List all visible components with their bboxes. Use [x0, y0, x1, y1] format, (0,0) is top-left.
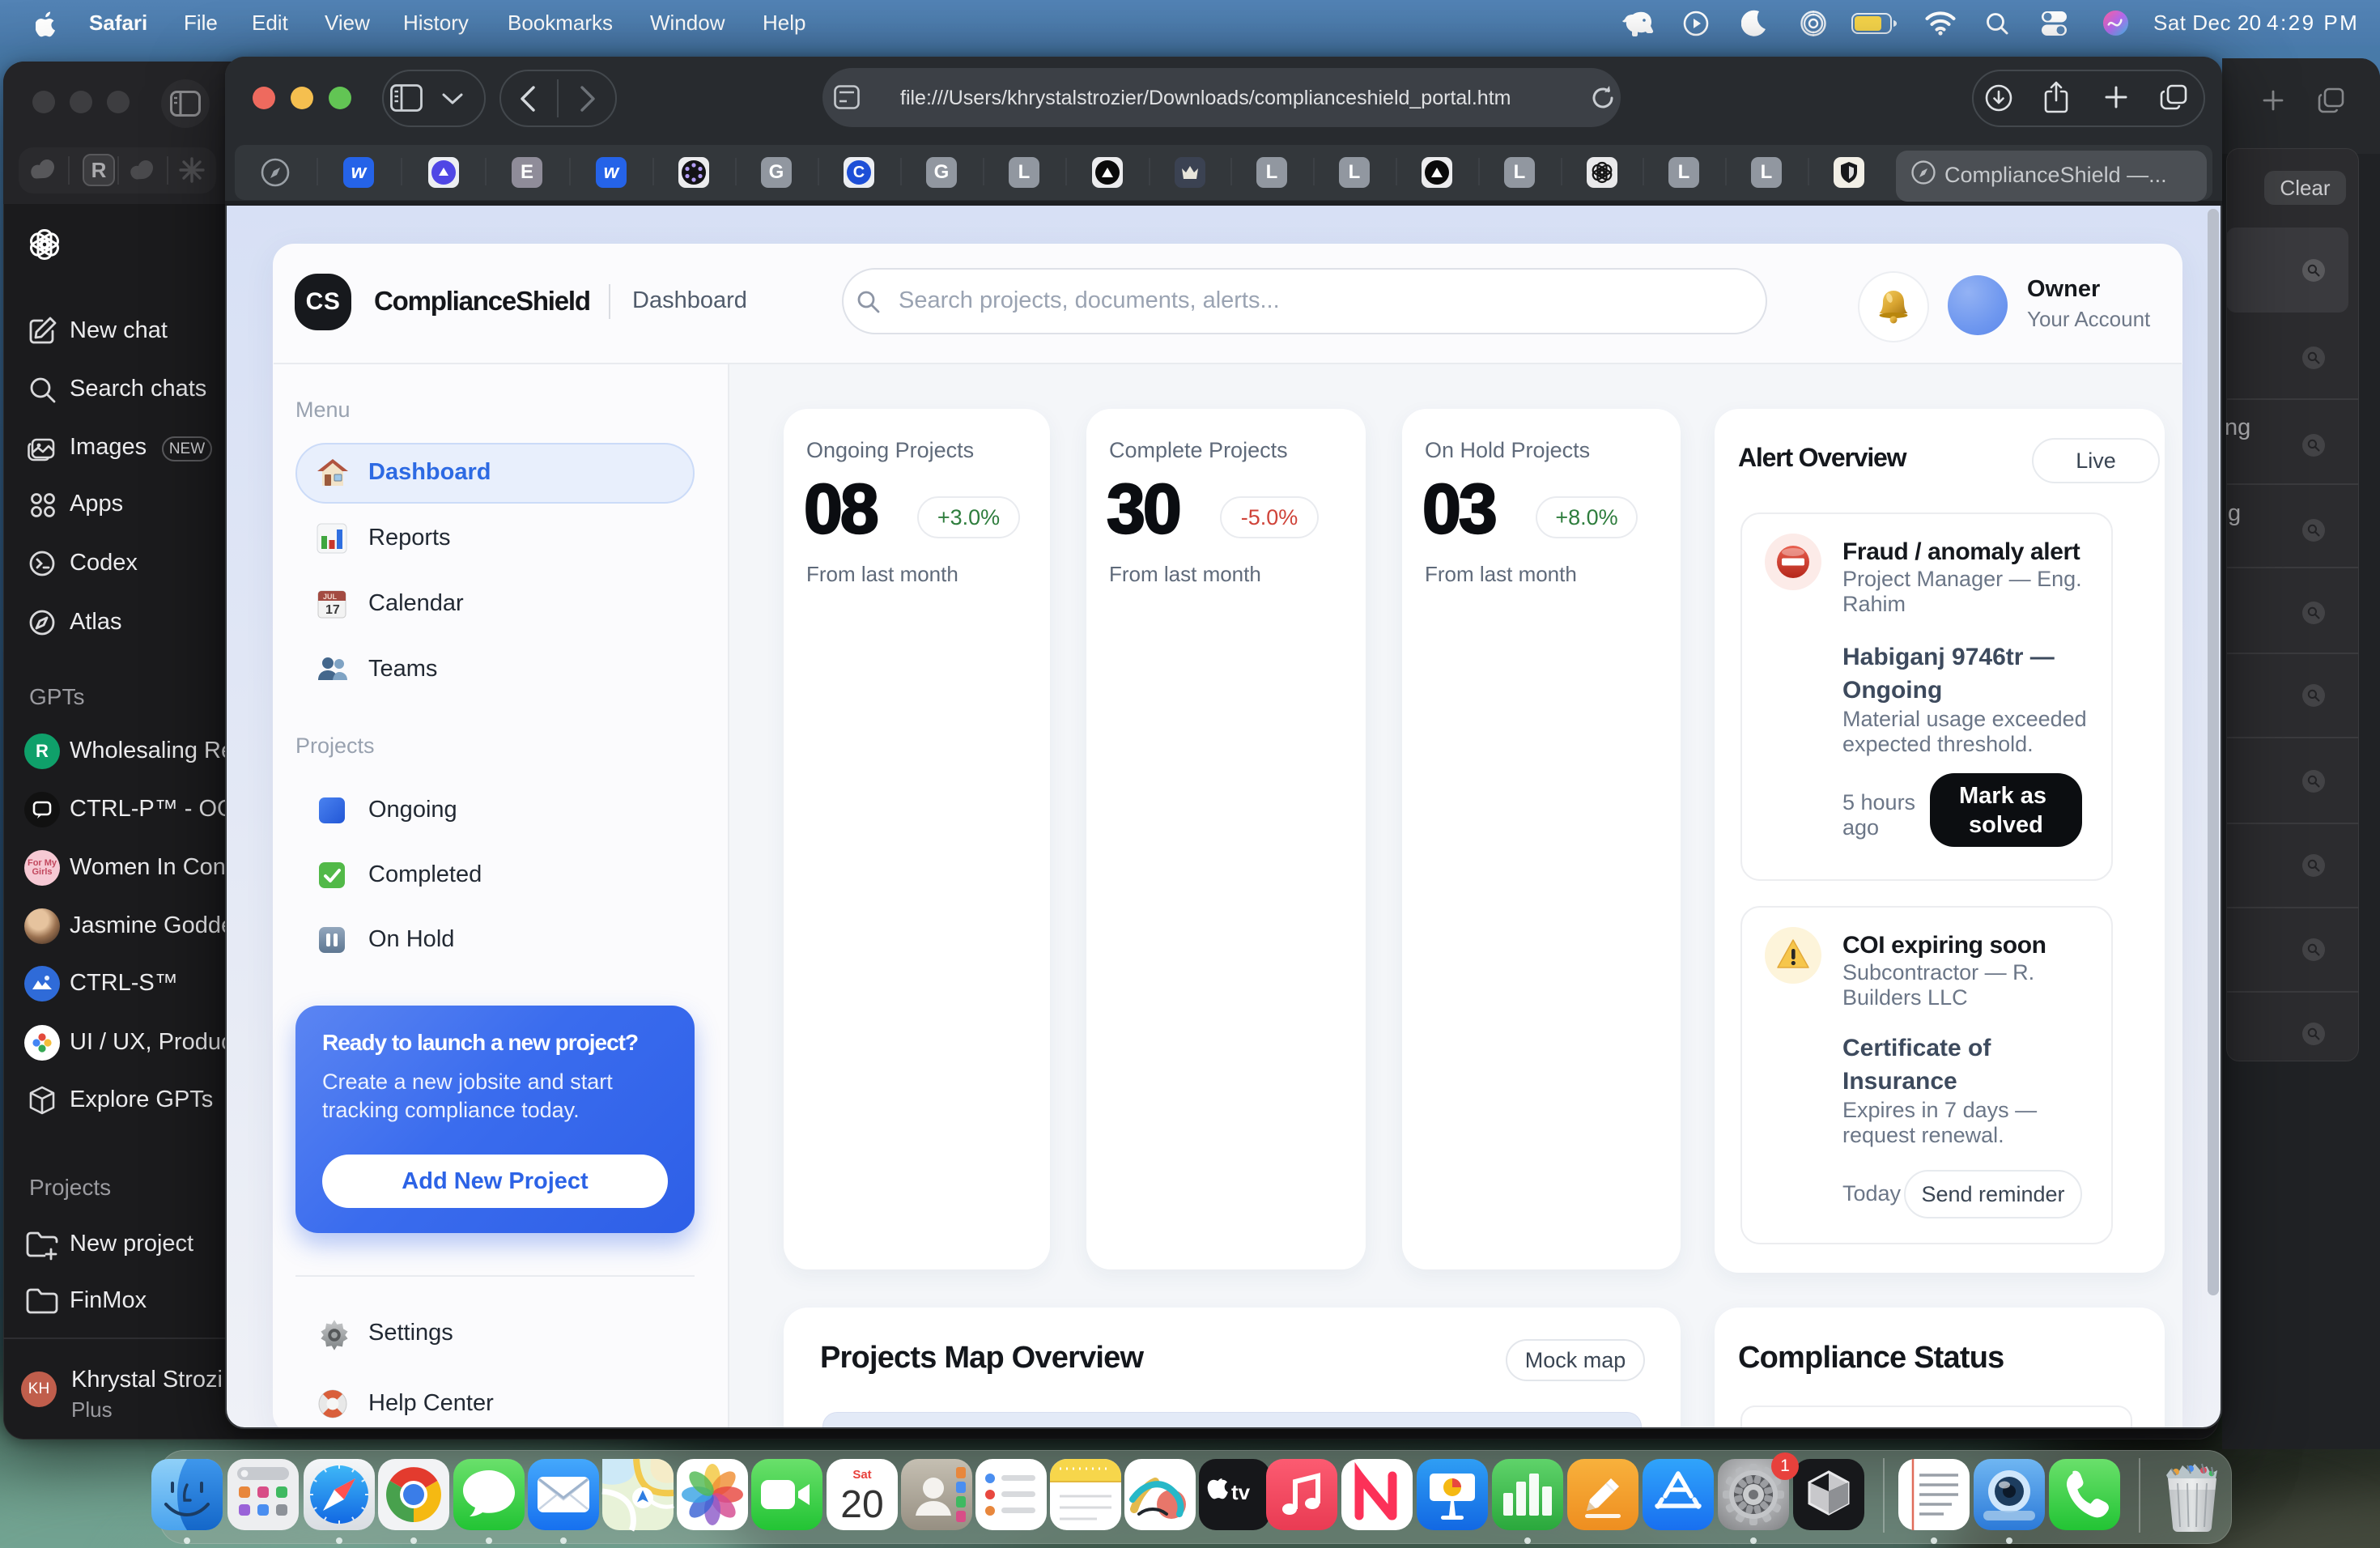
svg-text:tv: tv [1231, 1480, 1251, 1504]
svg-text:20: 20 [840, 1483, 883, 1526]
svg-text:Sat: Sat [852, 1468, 871, 1482]
svg-text:17: 17 [325, 603, 340, 617]
svg-text:JUL: JUL [323, 593, 338, 601]
